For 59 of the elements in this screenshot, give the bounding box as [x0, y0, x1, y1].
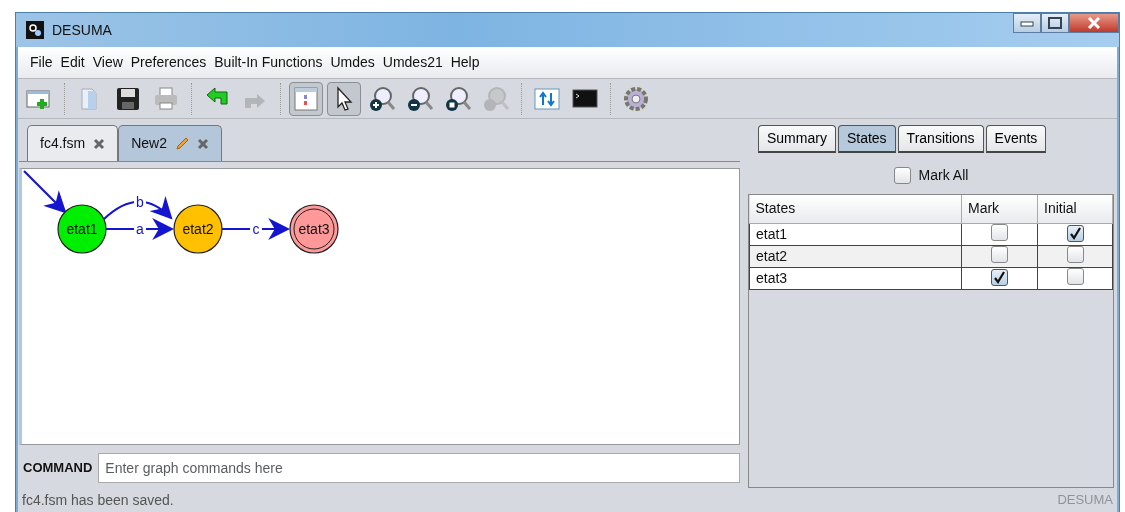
window-title: DESUMA [52, 20, 112, 40]
state-label: etat1 [66, 221, 98, 237]
status-message: fc4.fsm has been saved. [22, 490, 174, 510]
file-tab[interactable]: fc4.fsm [27, 125, 119, 161]
transition-arrow[interactable] [222, 218, 291, 240]
close-icon [196, 137, 209, 150]
transition-arrow[interactable] [106, 218, 175, 240]
maximize-button[interactable] [1041, 13, 1069, 33]
state-node[interactable] [57, 204, 107, 254]
panel-tab[interactable]: Events [985, 125, 1047, 153]
menu-item[interactable]: Umdes [326, 52, 379, 73]
command-label: COMMAND [23, 459, 93, 478]
state-node[interactable] [289, 204, 339, 254]
pencil-icon [174, 136, 189, 151]
state-label: etat3 [298, 221, 330, 237]
mark-all-checkbox[interactable] [893, 167, 911, 184]
close-icon [1087, 17, 1101, 29]
initial-checkbox[interactable] [1066, 224, 1084, 242]
menu-item[interactable]: View [88, 52, 127, 73]
menu-item[interactable]: File [26, 52, 57, 73]
zoom-icon [482, 84, 510, 113]
zoom-in-icon [368, 84, 396, 113]
panel-tab[interactable]: Summary [758, 125, 836, 153]
panel-tab[interactable]: States [837, 125, 896, 153]
table-cell: etat2 [749, 245, 962, 267]
zoom-fit-icon [444, 84, 472, 113]
app-logo-icon [26, 21, 44, 39]
window-icon [292, 84, 320, 113]
maximize-icon [1048, 17, 1062, 29]
command-input-field[interactable]: Enter graph commands here [98, 453, 740, 483]
column-header[interactable]: Mark [961, 195, 1038, 223]
minimize-button[interactable] [1013, 13, 1041, 33]
state-label: etat2 [182, 221, 214, 237]
panel-tab[interactable]: Transitions [897, 125, 984, 153]
table-cell: etat1 [749, 223, 962, 245]
pointer-button[interactable] [327, 81, 361, 116]
transition-label: c [252, 221, 260, 237]
transition-arrow[interactable] [103, 196, 173, 220]
gear-icon [622, 84, 650, 113]
menu-item[interactable]: Edit [56, 52, 89, 73]
mark-checkbox[interactable] [991, 268, 1008, 286]
column-header[interactable]: Initial [1037, 195, 1113, 223]
close-icon [93, 137, 106, 150]
menu-item[interactable]: Preferences [126, 52, 211, 73]
state-node[interactable] [173, 204, 223, 254]
mark-all-label: Mark All [918, 166, 969, 185]
menu-item[interactable]: Built-In Functions [210, 52, 327, 73]
column-header[interactable]: States [749, 195, 962, 223]
transition-label: b [136, 194, 144, 210]
menu-item[interactable]: Help [446, 52, 484, 73]
zoom-out-icon [406, 84, 434, 113]
transition-label: a [136, 221, 144, 237]
menu-item[interactable]: Umdes21 [378, 52, 447, 73]
file-tab[interactable]: New2 [118, 125, 222, 161]
close-button[interactable] [1069, 13, 1119, 33]
brand-label: DESUMA [1057, 491, 1113, 510]
printer-icon [152, 84, 180, 113]
table-cell: etat3 [749, 267, 962, 289]
minimize-icon [1020, 19, 1034, 27]
